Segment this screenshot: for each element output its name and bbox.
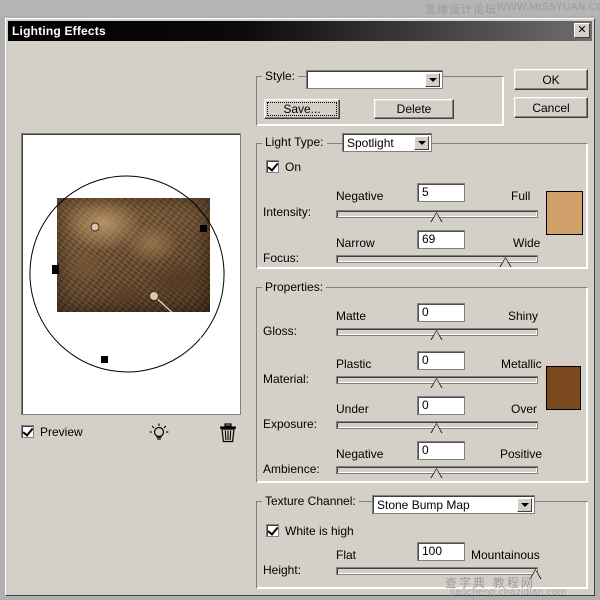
material-slider[interactable] [336, 376, 538, 390]
focus-max-label: Wide [513, 236, 541, 250]
focus-label: Focus: [263, 251, 300, 265]
focus-slider[interactable] [336, 255, 538, 269]
dialog-title: Lighting Effects [12, 24, 106, 38]
gloss-max-label: Shiny [508, 309, 539, 323]
light-handles-overlay[interactable] [22, 134, 240, 414]
material-label: Material: [263, 372, 310, 386]
gloss-value-input[interactable]: 0 [417, 303, 465, 322]
texture-channel-dropdown-value: Stone Bump Map [377, 498, 470, 512]
close-icon[interactable]: ✕ [574, 23, 590, 38]
ambience-label: Ambience: [263, 462, 320, 476]
watermark-forum-url: WWW.MISSYUAN.COM [497, 2, 600, 13]
light-on-label: On [285, 160, 302, 174]
intensity-max-label: Full [511, 189, 531, 203]
ambience-min-label: Negative [336, 447, 384, 461]
cancel-button[interactable]: Cancel [514, 97, 588, 118]
chevron-down-icon[interactable] [517, 498, 532, 512]
light-on-checkbox[interactable] [266, 160, 279, 173]
exposure-min-label: Under [336, 402, 369, 416]
texture-channel-dropdown[interactable]: Stone Bump Map [372, 495, 535, 514]
lighting-preview-canvas[interactable] [21, 133, 241, 415]
watermark-site-url: jiaocheng.chazidian.com [450, 587, 567, 598]
intensity-slider[interactable] [336, 210, 538, 224]
trash-icon[interactable] [219, 423, 237, 443]
slider-thumb[interactable] [430, 378, 443, 390]
ellipse-handle-ne [200, 225, 207, 232]
white-is-high-checkbox[interactable] [266, 524, 279, 537]
top-watermark: 思缘设计论坛 WWW.MISSYUAN.COM [0, 0, 600, 16]
intensity-label: Intensity: [263, 205, 312, 219]
slider-thumb[interactable] [499, 257, 512, 269]
dialog-titlebar[interactable]: Lighting Effects ✕ [8, 21, 592, 41]
gloss-label: Gloss: [263, 324, 298, 338]
light-source-point [149, 291, 159, 301]
slider-thumb[interactable] [430, 212, 443, 224]
intensity-min-label: Negative [336, 189, 384, 203]
height-label: Height: [263, 563, 302, 577]
light-direction-line [153, 295, 228, 363]
style-group-title: Style: [262, 69, 299, 83]
focus-value-input[interactable]: 69 [417, 230, 465, 249]
texture-channel-group-title: Texture Channel: [262, 494, 359, 508]
exposure-max-label: Over [511, 402, 538, 416]
preview-footer: Preview [21, 423, 241, 443]
material-color-swatch[interactable] [546, 366, 581, 410]
ambience-max-label: Positive [500, 447, 543, 461]
ok-button[interactable]: OK [514, 69, 588, 90]
gloss-slider[interactable] [336, 328, 538, 342]
light-type-group-title: Light Type: [262, 135, 327, 149]
material-max-label: Metallic [501, 357, 542, 371]
focus-min-label: Narrow [336, 236, 375, 250]
gloss-min-label: Matte [336, 309, 367, 323]
chevron-down-icon[interactable] [414, 136, 429, 150]
chevron-down-icon[interactable] [425, 73, 440, 87]
height-max-label: Mountainous [471, 548, 540, 562]
ellipse-handle-w [52, 265, 59, 274]
material-value-input[interactable]: 0 [417, 351, 465, 370]
lighting-effects-dialog: Lighting Effects ✕ OK Cancel Style: Save… [5, 18, 595, 596]
exposure-slider[interactable] [336, 421, 538, 435]
delete-button[interactable]: Delete [374, 99, 454, 119]
light-type-dropdown[interactable]: Spotlight [342, 133, 432, 152]
save-button[interactable]: Save... [264, 99, 340, 119]
intensity-value-input[interactable]: 5 [417, 183, 465, 202]
watermark-forum-name: 思缘设计论坛 [425, 3, 497, 16]
exposure-value-input[interactable]: 0 [417, 396, 465, 415]
light-color-swatch[interactable] [546, 191, 583, 235]
ambience-slider[interactable] [336, 466, 538, 480]
exposure-label: Exposure: [263, 417, 318, 431]
lightbulb-icon[interactable] [149, 423, 169, 443]
style-dropdown[interactable] [306, 70, 443, 89]
material-min-label: Plastic [336, 357, 372, 371]
preview-label: Preview [40, 425, 83, 439]
bottom-watermark: 查字典 教程网 jiaocheng.chazidian.com [440, 574, 600, 600]
preview-checkbox[interactable] [21, 425, 34, 438]
height-min-label: Flat [336, 548, 357, 562]
slider-thumb[interactable] [430, 423, 443, 435]
light-center-point [90, 222, 100, 232]
ambience-value-input[interactable]: 0 [417, 441, 465, 460]
slider-thumb[interactable] [430, 468, 443, 480]
properties-group-title: Properties: [262, 280, 327, 294]
white-is-high-label: White is high [285, 524, 354, 538]
height-value-input[interactable]: 100 [417, 542, 465, 561]
light-type-dropdown-value: Spotlight [347, 136, 394, 150]
ellipse-handle-sw [101, 356, 108, 363]
slider-thumb[interactable] [430, 330, 443, 342]
